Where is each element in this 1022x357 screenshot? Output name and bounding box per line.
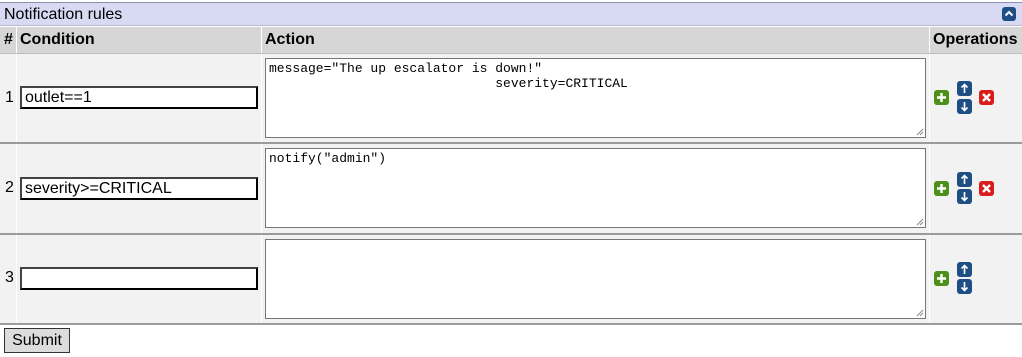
header-number: # (4, 31, 13, 48)
action-textarea[interactable]: message="The up escalator is down!" seve… (265, 58, 926, 138)
arrow-up-icon[interactable] (957, 262, 972, 277)
arrow-up-icon[interactable] (957, 172, 972, 187)
close-icon[interactable] (979, 181, 994, 196)
header-action: Action (265, 31, 315, 48)
plus-icon[interactable] (934, 271, 949, 286)
table-row: 3 (0, 235, 1022, 323)
resize-grip-icon[interactable] (916, 309, 924, 317)
action-textarea[interactable]: notify("admin") (265, 148, 926, 228)
table-row: 2 notify("admin") (0, 144, 1022, 233)
row-number: 3 (5, 269, 14, 286)
panel-title: Notification rules (4, 6, 123, 23)
row-number: 1 (5, 89, 14, 106)
arrow-down-icon[interactable] (957, 99, 972, 114)
resize-grip-icon[interactable] (916, 128, 924, 136)
header-condition: Condition (20, 31, 95, 48)
table-header: # Condition Action Operations (0, 27, 1022, 54)
condition-input[interactable] (20, 177, 258, 200)
arrow-down-icon[interactable] (957, 279, 972, 294)
table-row: 1 message="The up escalator is down!" se… (0, 54, 1022, 142)
submit-button[interactable]: Submit (4, 328, 70, 353)
row-number: 2 (5, 179, 14, 196)
condition-input[interactable] (20, 86, 258, 109)
panel-titlebar: Notification rules (0, 2, 1022, 26)
plus-icon[interactable] (934, 90, 949, 105)
action-textarea[interactable] (265, 239, 926, 319)
arrow-down-icon[interactable] (957, 189, 972, 204)
header-operations: Operations (933, 31, 1018, 48)
condition-input[interactable] (20, 267, 258, 290)
chevron-up-icon[interactable] (1002, 7, 1016, 21)
resize-grip-icon[interactable] (916, 218, 924, 226)
arrow-up-icon[interactable] (957, 81, 972, 96)
close-icon[interactable] (979, 90, 994, 105)
plus-icon[interactable] (934, 181, 949, 196)
